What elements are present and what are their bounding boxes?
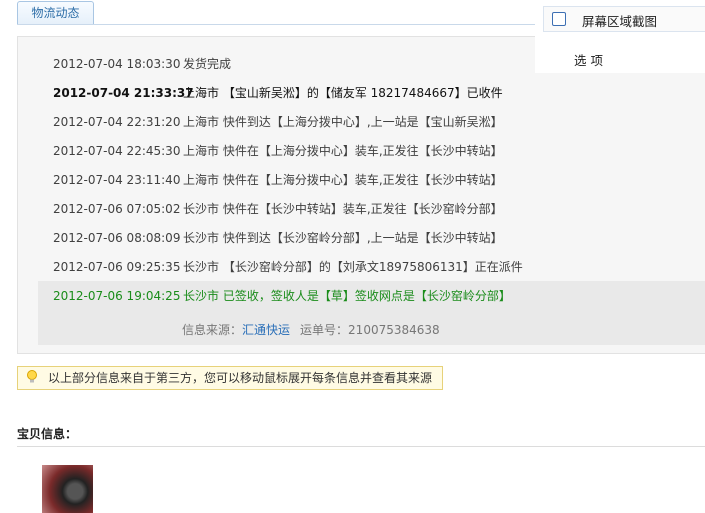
event-desc: 上海市 快件到达【上海分拨中心】,上一站是【宝山新吴淞】 — [183, 115, 503, 129]
event-time: 2012-07-04 23:11:40 — [53, 173, 181, 187]
waybill-number: 210075384638 — [348, 323, 440, 337]
item-info-title: 宝贝信息： — [17, 427, 78, 441]
courier-link[interactable]: 汇通快运 — [242, 323, 290, 337]
source-info: 信息来源：汇通快运 运单号：210075384638 — [182, 321, 440, 338]
third-party-notice: 以上部分信息来自于第三方，您可以移动鼠标展开每条信息并查看其来源 — [17, 366, 444, 390]
item-thumbnail[interactable] — [42, 465, 93, 513]
tracking-event-final: 2012-07-06 19:04:25 长沙市 已签收，签收人是【草】签收网点是【… — [53, 286, 511, 306]
waybill-label: 运单号： — [300, 323, 349, 337]
event-time: 2012-07-04 18:03:30 — [53, 57, 181, 71]
event-desc: 上海市 快件在【上海分拨中心】装车,正发往【长沙中转站】 — [183, 173, 503, 187]
tracking-event: 2012-07-04 21:33:37上海市 【宝山新吴淞】的【储友军 1821… — [53, 83, 503, 103]
event-time: 2012-07-06 08:08:09 — [53, 231, 181, 245]
event-time: 2012-07-06 19:04:25 — [53, 289, 181, 303]
event-desc: 上海市 快件在【上海分拨中心】装车,正发往【长沙中转站】 — [183, 144, 503, 158]
tracking-panel: 2012-07-04 18:03:30 发货完成 2012-07-04 21:33… — [17, 36, 705, 354]
menu-item-screenshot[interactable]: 屏幕区域截图 — [543, 6, 705, 32]
tab-logistics[interactable]: 物流动态 — [17, 1, 94, 24]
notice-text: 以上部分信息来自于第三方，您可以移动鼠标展开每条信息并查看其来源 — [48, 371, 433, 385]
menu-item-label: 屏幕区域截图 — [582, 14, 658, 29]
menu-item-options[interactable]: 选 项 — [574, 50, 603, 69]
tracking-event: 2012-07-06 09:25:35 长沙市 【长沙窑岭分部】的【刘承文1897… — [53, 257, 523, 277]
event-desc: 长沙市 快件在【长沙中转站】装车,正发往【长沙窑岭分部】 — [183, 202, 503, 216]
event-time: 2012-07-04 22:31:20 — [53, 115, 181, 129]
lightbulb-icon — [27, 370, 37, 383]
tracking-event: 2012-07-04 18:03:30 发货完成 — [53, 54, 231, 74]
tracking-event: 2012-07-04 22:45:30 上海市 快件在【上海分拨中心】装车,正发往… — [53, 141, 503, 161]
source-label: 信息来源： — [182, 323, 243, 337]
event-time: 2012-07-04 22:45:30 — [53, 144, 181, 158]
tracking-event: 2012-07-04 23:11:40 上海市 快件在【上海分拨中心】装车,正发往… — [53, 170, 503, 190]
context-menu: 屏幕区域截图 选 项 — [535, 5, 705, 73]
event-time: 2012-07-06 09:25:35 — [53, 260, 181, 274]
tracking-event: 2012-07-06 07:05:02 长沙市 快件在【长沙中转站】装车,正发往【… — [53, 199, 503, 219]
event-desc: 长沙市 【长沙窑岭分部】的【刘承文18975806131】正在派件 — [183, 260, 523, 274]
event-desc: 长沙市 快件到达【长沙窑岭分部】,上一站是【长沙中转站】 — [183, 231, 503, 245]
event-time: 2012-07-06 07:05:02 — [53, 202, 181, 216]
tracking-event: 2012-07-04 22:31:20 上海市 快件到达【上海分拨中心】,上一站是… — [53, 112, 503, 132]
section-divider — [17, 446, 705, 447]
event-time: 2012-07-04 21:33:37 — [53, 86, 194, 100]
tracking-event: 2012-07-06 08:08:09 长沙市 快件到达【长沙窑岭分部】,上一站是… — [53, 228, 503, 248]
checkbox-icon[interactable] — [552, 12, 566, 26]
event-desc: 上海市 【宝山新吴淞】的【储友军 18217484667】已收件 — [183, 86, 503, 100]
event-desc: 长沙市 已签收，签收人是【草】签收网点是【长沙窑岭分部】 — [183, 289, 511, 303]
event-desc: 发货完成 — [183, 57, 232, 71]
